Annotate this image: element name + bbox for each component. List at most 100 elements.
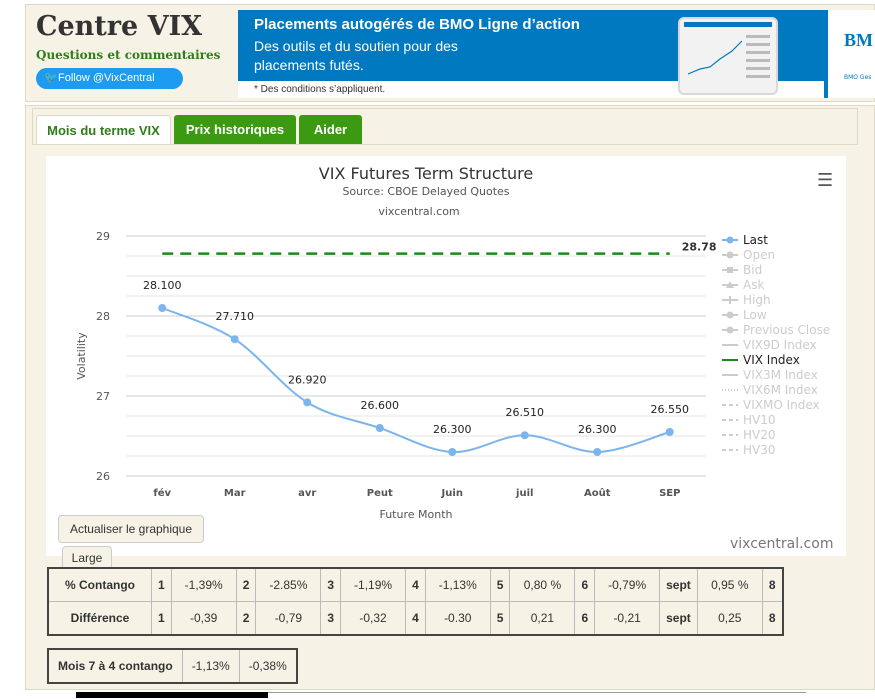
contango-value: 0,95 % [696,567,763,602]
legend-item[interactable]: HV30 [743,443,776,457]
ad-brand-panel: BM BMO Ges [828,10,875,98]
legend-item[interactable]: VIX6M Index [743,383,818,397]
y-tick-label: 26 [96,470,110,483]
month-number: 4 [405,601,426,636]
legend-item[interactable]: Bid [743,263,762,277]
x-tick-label: fév [153,487,171,499]
tab-bar: Mois du terme VIX Prix historiques Aider [32,108,858,145]
contango-value: -1,39% [170,567,237,602]
x-tick-label: avr [298,488,316,499]
contango-value: -1,19% [340,567,407,602]
table-row: % Contango 1 -1,39% 2 -2.85% 3 -1,19% 4 … [47,567,784,602]
row-label: Mois 7 à 4 contango [47,648,183,684]
month-number: sept [659,567,698,602]
vix-index-label: 28.78 [682,241,717,254]
legend-item[interactable]: HV10 [743,413,776,427]
twitter-bird-icon: 🐦 [44,72,58,84]
ad-brand-small: BMO Ges [844,74,872,81]
last-data-label: 26.550 [651,403,690,416]
legend-marker [726,326,734,334]
last-data-label: 27.710 [216,310,255,323]
refresh-chart-button[interactable]: Actualiser le graphique [58,515,204,543]
difference-value: -0.30 [424,601,491,636]
chart-svg: 26 27 28 29 fév Mar avr Peut Juin juil Août SEP Futu… [75,230,830,521]
legend-item[interactable]: Low [743,308,767,322]
month-7-4-contango-table: Mois 7 à 4 contango -1,13% -0,38% [47,648,298,684]
month-number: 3 [320,567,342,602]
difference-value: -0,39 [170,601,237,636]
legend-marker [726,296,734,304]
legend-item[interactable]: VIX Index [743,353,800,367]
month-number: 5 [489,567,511,602]
y-tick-label: 28 [96,310,110,323]
difference-value: 0,25 [696,601,763,636]
y-tick-label: 27 [96,390,110,403]
last-data-point [303,398,312,407]
tab-historical-prices[interactable]: Prix historiques [174,115,296,144]
ad-headline: Placements autogérés de BMO Ligne d’acti… [254,16,580,33]
legend-item[interactable]: VIX3M Index [743,368,818,382]
row-label: % Contango [47,567,152,602]
ad-subtext: Des outils et du soutien pour des placem… [254,38,458,73]
legend-item[interactable]: Last [743,233,768,247]
y-axis-title: Volatility [75,332,88,380]
month-number: 4 [405,567,426,602]
y-tick-label: 29 [96,230,110,243]
advertisement-banner[interactable]: Placements autogérés de BMO Ligne d’acti… [238,10,875,98]
month-number: 2 [235,601,257,636]
month-number: 1 [151,601,172,636]
legend-item[interactable]: Ask [743,278,764,292]
legend-item[interactable]: VIXMO Index [743,398,820,412]
month-number: 2 [235,567,257,602]
term-structure-chart: VIX Futures Term Structure Source: CBOE … [46,156,846,556]
month-number: 6 [574,567,596,602]
x-tick-label: SEP [659,488,680,499]
comments-link[interactable]: Questions et commentaires [36,48,220,62]
legend-item[interactable]: HV20 [743,428,776,442]
tab-vix-term-months[interactable]: Mois du terme VIX [36,115,171,144]
follow-label: Follow @VixCentral [58,72,155,84]
difference-value: 0,21 [509,601,576,636]
contango-value: -2.85% [255,567,322,602]
contango-value: -1,13% [181,648,240,684]
month-number: 8 [761,567,784,602]
legend-item[interactable]: VIX9D Index [743,338,817,352]
twitter-follow-button[interactable]: 🐦 Follow @VixCentral [36,68,183,89]
ad-brand-logo: BM [844,30,873,50]
last-data-label: 26.300 [433,423,472,436]
contango-value: -0,38% [238,648,298,684]
table-row: Différence 1 -0,39 2 -0,79 3 -0,32 4 -0.… [47,601,784,636]
difference-value: -0,32 [340,601,407,636]
contango-table: % Contango 1 -1,39% 2 -2.85% 3 -1,19% 4 … [47,567,784,636]
last-data-label: 26.600 [361,399,400,412]
legend-marker [726,236,734,244]
month-number: 8 [761,601,784,636]
row-label: Différence [47,601,152,636]
month-number: sept [659,601,698,636]
legend-marker [727,267,733,273]
chart-credit-bottom[interactable]: vixcentral.com [730,536,833,552]
last-data-point [158,304,167,312]
site-title[interactable]: Centre VIX [36,11,202,42]
month-number: 3 [320,601,342,636]
last-data-label: 26.920 [288,373,327,386]
last-data-point [230,335,239,344]
legend-item[interactable]: High [743,293,771,307]
legend-marker [726,311,734,319]
last-data-label: 26.300 [578,423,617,436]
x-tick-label: Août [584,487,611,499]
site-header: Centre VIX Questions et commentaires 🐦 F… [25,4,875,102]
last-data-point [665,428,674,436]
tab-help[interactable]: Aider [299,115,362,144]
legend-item[interactable]: Previous Close [743,323,830,337]
month-number: 5 [489,601,511,636]
x-tick-label: Mar [224,488,246,499]
contango-value: -0,79% [594,567,661,602]
month-number: 6 [574,601,596,636]
x-axis-title: Future Month [379,508,452,521]
legend-item[interactable]: Open [743,248,775,262]
table-row: Mois 7 à 4 contango -1,13% -0,38% [47,648,298,684]
difference-value: -0,21 [594,601,661,636]
contango-value: -1,13% [424,567,491,602]
last-data-label: 26.510 [506,406,545,419]
